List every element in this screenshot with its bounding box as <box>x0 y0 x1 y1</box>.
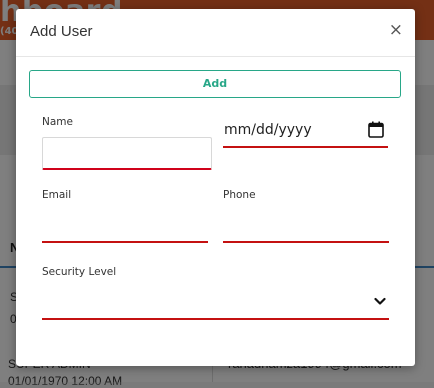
modal-title: Add User <box>30 23 93 40</box>
date-placeholder: mm/dd/yyyy <box>224 122 312 138</box>
email-label: Email <box>42 189 72 201</box>
email-field[interactable] <box>42 241 208 243</box>
close-icon[interactable]: × <box>389 21 403 39</box>
chevron-down-icon <box>374 297 386 305</box>
calendar-icon[interactable] <box>368 121 384 138</box>
name-label: Name <box>42 116 73 128</box>
phone-field[interactable] <box>223 241 389 243</box>
add-button[interactable]: Add <box>29 70 401 98</box>
phone-label: Phone <box>223 189 256 201</box>
security-level-select[interactable] <box>42 288 389 320</box>
security-level-label: Security Level <box>42 266 117 278</box>
modal-header: Add User × <box>16 9 415 57</box>
name-input[interactable] <box>42 137 212 170</box>
date-input[interactable]: mm/dd/yyyy <box>223 119 388 148</box>
add-user-modal: Add User × Add Name mm/dd/yyyy Email Pho… <box>16 9 415 366</box>
